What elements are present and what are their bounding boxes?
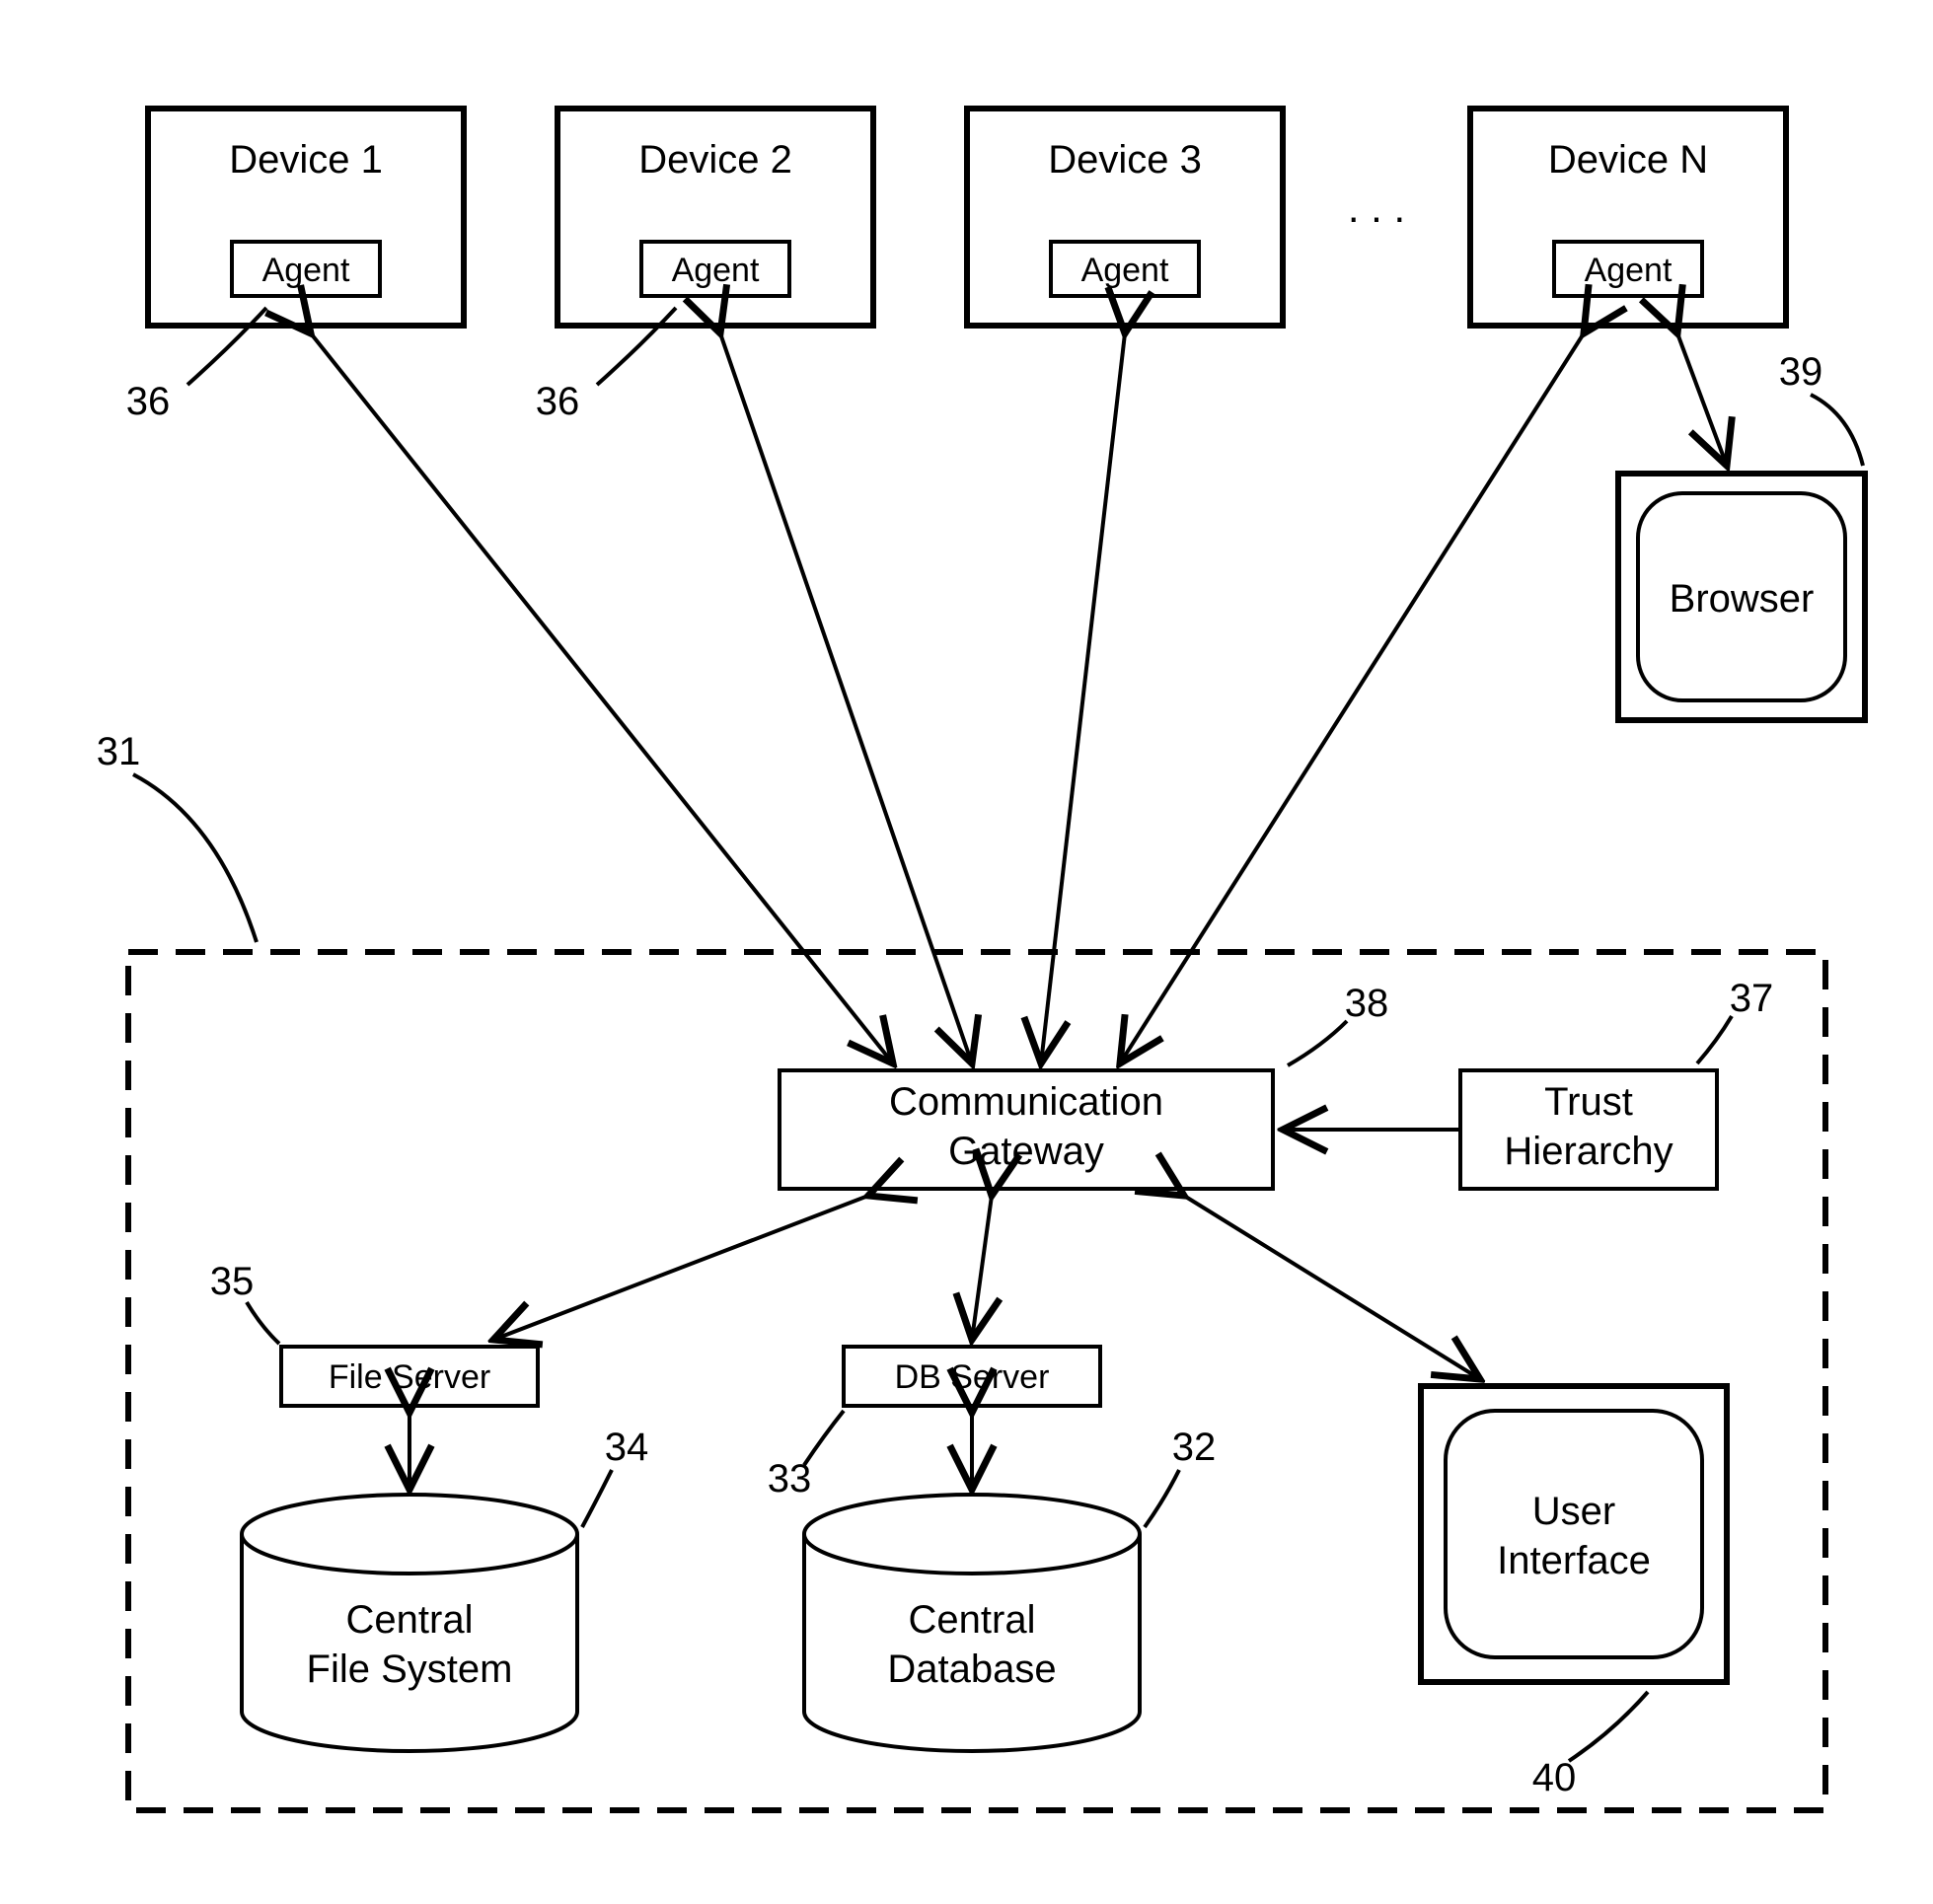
cdb-l2: Database xyxy=(887,1648,1056,1691)
device-3: Device 3 Agent xyxy=(967,109,1283,326)
db-server: DB Server xyxy=(844,1347,1100,1406)
arrow-dn-browser xyxy=(1677,333,1727,466)
leader-40 xyxy=(1569,1692,1648,1761)
leader-39 xyxy=(1811,395,1863,466)
arrow-gw-db xyxy=(972,1196,992,1340)
ref-33: 33 xyxy=(768,1457,812,1501)
device-n-agent: Agent xyxy=(1585,252,1673,289)
ref-37: 37 xyxy=(1730,977,1774,1020)
ref-36b: 36 xyxy=(536,380,580,423)
device-2: Device 2 Agent xyxy=(558,109,873,326)
file-server-label: File Server xyxy=(329,1358,490,1396)
device-2-agent: Agent xyxy=(672,252,760,289)
architecture-diagram: Device 1 Agent Device 2 Agent Device 3 A… xyxy=(0,0,1933,1904)
user-interface: User Interface xyxy=(1421,1386,1727,1682)
ref-35: 35 xyxy=(210,1260,255,1303)
trust-l1: Trust xyxy=(1544,1080,1633,1124)
leader-31 xyxy=(133,774,257,942)
cfs-l1: Central xyxy=(346,1598,474,1642)
leader-35 xyxy=(247,1302,279,1344)
leader-36a xyxy=(187,308,266,385)
device-n: Device N Agent xyxy=(1470,109,1786,326)
browser-box: Browser xyxy=(1618,474,1865,720)
ui-l1: User xyxy=(1532,1490,1615,1533)
gateway-l2: Gateway xyxy=(948,1130,1104,1173)
browser-label: Browser xyxy=(1670,577,1815,621)
device-1-title: Device 1 xyxy=(229,138,383,182)
db-server-label: DB Server xyxy=(895,1358,1050,1396)
trust-l2: Hierarchy xyxy=(1504,1130,1673,1173)
device-1-agent: Agent xyxy=(262,252,350,289)
leader-37 xyxy=(1697,1016,1732,1063)
leader-36b xyxy=(597,308,676,385)
trust-hierarchy: Trust Hierarchy xyxy=(1460,1070,1717,1189)
cfs-l2: File System xyxy=(307,1648,513,1691)
ref-32: 32 xyxy=(1172,1426,1217,1469)
ref-34: 34 xyxy=(605,1426,649,1469)
cdb-l1: Central xyxy=(909,1598,1036,1642)
leader-38 xyxy=(1288,1021,1347,1065)
ref-40: 40 xyxy=(1532,1756,1577,1799)
ref-39: 39 xyxy=(1779,350,1823,394)
device-ellipsis: . . . xyxy=(1348,184,1405,231)
ref-31: 31 xyxy=(97,730,141,773)
leader-34 xyxy=(582,1470,612,1527)
arrow-gw-ui xyxy=(1184,1196,1480,1379)
device-3-agent: Agent xyxy=(1081,252,1169,289)
central-file-system: Central File System xyxy=(242,1495,577,1751)
leader-32 xyxy=(1145,1470,1179,1527)
gateway-l1: Communication xyxy=(889,1080,1163,1124)
arrow-gw-fs xyxy=(493,1196,868,1340)
central-database: Central Database xyxy=(804,1495,1140,1751)
device-2-title: Device 2 xyxy=(638,138,792,182)
ui-l2: Interface xyxy=(1497,1539,1651,1582)
device-3-title: Device 3 xyxy=(1048,138,1202,182)
device-n-title: Device N xyxy=(1548,138,1708,182)
ref-36a: 36 xyxy=(126,380,171,423)
ref-38: 38 xyxy=(1345,982,1389,1025)
file-server: File Server xyxy=(281,1347,538,1406)
device-1: Device 1 Agent xyxy=(148,109,464,326)
communication-gateway: Communication Gateway xyxy=(780,1070,1273,1189)
